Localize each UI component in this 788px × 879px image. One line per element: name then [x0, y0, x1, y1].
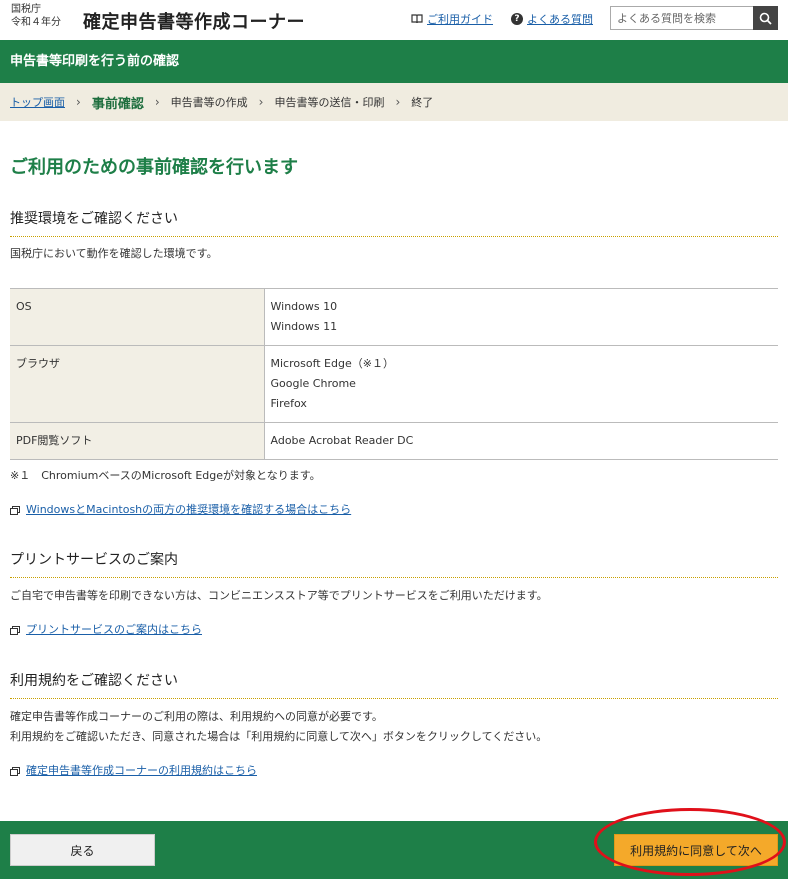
- terms-text-1: 確定申告書等作成コーナーのご利用の際は、利用規約への同意が必要です。: [10, 710, 383, 723]
- breadcrumb-separator: ›: [154, 95, 160, 109]
- env-section-title: 推奨環境をご確認ください: [10, 208, 778, 237]
- breadcrumb-separator: ›: [258, 95, 264, 109]
- terms-link[interactable]: 確定申告書等作成コーナーの利用規約はこちら: [26, 762, 257, 778]
- book-icon: [411, 14, 423, 24]
- table-row: OS Windows 10 Windows 11: [10, 288, 778, 346]
- breadcrumb-step-create: 申告書等の作成: [170, 96, 248, 109]
- table-row: ブラウザ Microsoft Edge（※１） Google Chrome Fi…: [10, 345, 778, 423]
- breadcrumb: トップ画面 › 事前確認 › 申告書等の作成 › 申告書等の送信・印刷 › 終了: [0, 83, 788, 121]
- env-both-os-link[interactable]: WindowsとMacintoshの両方の推奨環境を確認する場合はこちら: [26, 501, 351, 517]
- page-heading: ご利用のための事前確認を行います: [10, 157, 298, 178]
- terms-text-2: 利用規約をご確認いただき、同意された場合は「利用規約に同意して次へ」ボタンをクリ…: [10, 730, 548, 743]
- external-window-icon: [10, 625, 20, 635]
- question-icon: ?: [511, 13, 523, 25]
- breadcrumb-current-step: 事前確認: [91, 96, 144, 112]
- external-window-icon: [10, 766, 20, 776]
- print-text: ご自宅で申告書等を印刷できない方は、コンビニエンスストア等でプリントサービスをご…: [10, 589, 548, 602]
- terms-section-title: 利用規約をご確認ください: [10, 670, 778, 699]
- agency-label: 国税庁 令和４年分: [11, 3, 61, 29]
- tax-year: 令和４年分: [11, 17, 61, 28]
- footer-bar: 戻る 利用規約に同意して次へ: [0, 821, 788, 879]
- search-input[interactable]: [610, 6, 753, 30]
- breadcrumb-top[interactable]: トップ画面: [10, 94, 65, 110]
- env-key: ブラウザ: [10, 345, 265, 423]
- agree-next-button[interactable]: 利用規約に同意して次へ: [614, 834, 778, 866]
- external-window-icon: [10, 505, 20, 515]
- table-row: PDF閲覧ソフト Adobe Acrobat Reader DC: [10, 422, 778, 460]
- env-link-group[interactable]: WindowsとMacintoshの両方の推奨環境を確認する場合はこちら: [10, 501, 351, 517]
- guide-link-group[interactable]: ご利用ガイド: [411, 11, 493, 27]
- search-icon: [759, 12, 772, 25]
- env-value-item: Windows 10: [270, 300, 338, 313]
- breadcrumb-step-send-print: 申告書等の送信・印刷: [274, 96, 385, 109]
- env-intro: 国税庁において動作を確認した環境です。: [10, 247, 218, 260]
- guide-link[interactable]: ご利用ガイド: [427, 11, 493, 27]
- back-button[interactable]: 戻る: [10, 834, 155, 866]
- breadcrumb-step-finish: 終了: [411, 96, 434, 109]
- search-button[interactable]: [753, 6, 778, 30]
- faq-link[interactable]: よくある質問: [527, 11, 593, 27]
- env-table: OS Windows 10 Windows 11 ブラウザ Microsoft …: [10, 288, 778, 460]
- env-note: ※１ ChromiumベースのMicrosoft Edgeが対象となります。: [10, 469, 321, 482]
- page-banner: 申告書等印刷を行う前の確認: [0, 40, 788, 83]
- env-value-item: Firefox: [270, 397, 307, 410]
- breadcrumb-separator: ›: [395, 95, 401, 109]
- env-value-item: Google Chrome: [270, 377, 356, 390]
- breadcrumb-separator: ›: [76, 95, 81, 109]
- site-header: 国税庁 令和４年分 確定申告書等作成コーナー ご利用ガイド ? よくある質問: [0, 0, 788, 40]
- faq-link-group[interactable]: ? よくある質問: [511, 11, 593, 27]
- env-value-item: Microsoft Edge（※１）: [270, 357, 394, 370]
- print-section-title: プリントサービスのご案内: [10, 549, 778, 578]
- env-value-item: Adobe Acrobat Reader DC: [270, 434, 414, 447]
- env-value: Microsoft Edge（※１） Google Chrome Firefox: [264, 345, 778, 423]
- env-value-item: Windows 11: [270, 320, 338, 333]
- terms-link-group[interactable]: 確定申告書等作成コーナーの利用規約はこちら: [10, 762, 257, 778]
- print-link-group[interactable]: プリントサービスのご案内はこちら: [10, 621, 202, 637]
- search-box: [610, 6, 778, 30]
- env-value: Windows 10 Windows 11: [264, 288, 778, 346]
- env-key: OS: [10, 288, 265, 346]
- site-title[interactable]: 確定申告書等作成コーナー: [83, 8, 305, 34]
- env-value: Adobe Acrobat Reader DC: [264, 422, 778, 460]
- print-service-link[interactable]: プリントサービスのご案内はこちら: [26, 621, 202, 637]
- env-key: PDF閲覧ソフト: [10, 422, 265, 460]
- agency-name: 国税庁: [11, 4, 41, 15]
